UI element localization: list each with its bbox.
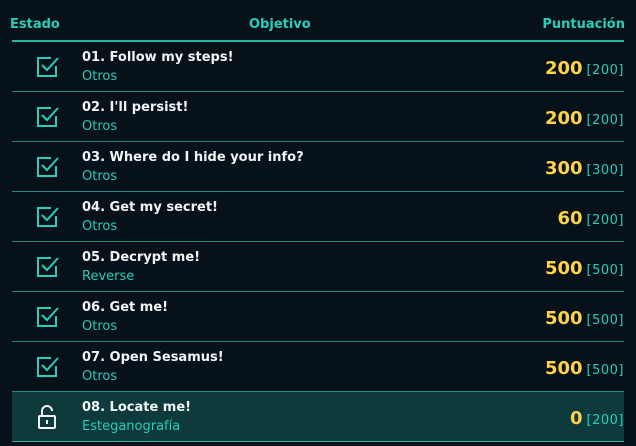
challenge-score: 300 [300] [545, 158, 624, 179]
challenge-category: Otros [82, 219, 118, 234]
challenge-score: 0 [200] [570, 408, 624, 429]
challenge-category: Esteganografía [82, 419, 181, 434]
challenges-table: Estado Objetivo Puntuación 01. Follow my… [0, 0, 636, 446]
challenge-category: Otros [82, 69, 118, 84]
challenge-title[interactable]: 07. Open Sesamus! [82, 350, 224, 365]
challenge-category: Otros [82, 169, 118, 184]
score-value: 500 [544, 258, 583, 279]
score-max: [300] [586, 163, 624, 178]
checked-box-icon [37, 157, 59, 177]
challenge-row-active[interactable]: 08. Locate me! Esteganografía 0 [200] [12, 392, 624, 442]
score-value: 200 [544, 108, 583, 129]
challenge-title[interactable]: 06. Get me! [82, 300, 168, 315]
unlocked-padlock-icon [38, 405, 56, 429]
checked-box-icon [37, 107, 59, 127]
column-header-puntuacion[interactable]: Puntuación [542, 17, 625, 32]
challenge-category: Otros [82, 369, 118, 384]
checked-box-icon [37, 357, 59, 377]
challenge-score: 500 [500] [545, 308, 624, 329]
challenge-score: 500 [500] [545, 258, 624, 279]
challenge-category: Otros [82, 119, 118, 134]
challenge-title[interactable]: 02. I'll persist! [82, 100, 188, 115]
challenge-list: 01. Follow my steps! Otros 200 [200] 02.… [12, 42, 624, 442]
checked-box-icon [37, 257, 59, 277]
challenge-title[interactable]: 08. Locate me! [82, 400, 191, 415]
score-value: 500 [544, 358, 583, 379]
column-header-objetivo[interactable]: Objetivo [249, 17, 311, 32]
challenge-score: 200 [200] [545, 58, 624, 79]
score-max: [500] [586, 263, 624, 278]
challenge-row[interactable]: 04. Get my secret! Otros 60 [200] [12, 192, 624, 242]
challenge-row[interactable]: 07. Open Sesamus! Otros 500 [500] [12, 342, 624, 392]
challenge-category: Otros [82, 319, 118, 334]
challenge-category: Reverse [82, 269, 135, 284]
challenge-row[interactable]: 06. Get me! Otros 500 [500] [12, 292, 624, 342]
challenge-row[interactable]: 05. Decrypt me! Reverse 500 [500] [12, 242, 624, 292]
challenge-row[interactable]: 01. Follow my steps! Otros 200 [200] [12, 42, 624, 92]
score-value: 500 [544, 308, 583, 329]
challenge-title[interactable]: 04. Get my secret! [82, 200, 218, 215]
score-max: [200] [586, 63, 624, 78]
checked-box-icon [37, 207, 59, 227]
score-max: [200] [586, 113, 624, 128]
challenge-score: 60 [200] [557, 208, 624, 229]
checked-box-icon [37, 57, 59, 77]
challenge-title[interactable]: 01. Follow my steps! [82, 50, 234, 65]
score-value: 60 [557, 208, 583, 229]
column-header-estado[interactable]: Estado [10, 17, 60, 32]
challenge-row[interactable]: 03. Where do I hide your info? Otros 300… [12, 142, 624, 192]
challenge-score: 500 [500] [545, 358, 624, 379]
score-max: [200] [586, 213, 624, 228]
score-value: 0 [570, 408, 583, 429]
score-value: 200 [544, 58, 583, 79]
score-value: 300 [544, 158, 583, 179]
checked-box-icon [37, 307, 59, 327]
score-max: [500] [586, 363, 624, 378]
score-max: [500] [586, 313, 624, 328]
challenge-title[interactable]: 03. Where do I hide your info? [82, 150, 304, 165]
challenge-row[interactable]: 02. I'll persist! Otros 200 [200] [12, 92, 624, 142]
score-max: [200] [586, 413, 624, 428]
table-header: Estado Objetivo Puntuación [10, 0, 625, 42]
challenge-score: 200 [200] [545, 108, 624, 129]
challenge-title[interactable]: 05. Decrypt me! [82, 250, 200, 265]
